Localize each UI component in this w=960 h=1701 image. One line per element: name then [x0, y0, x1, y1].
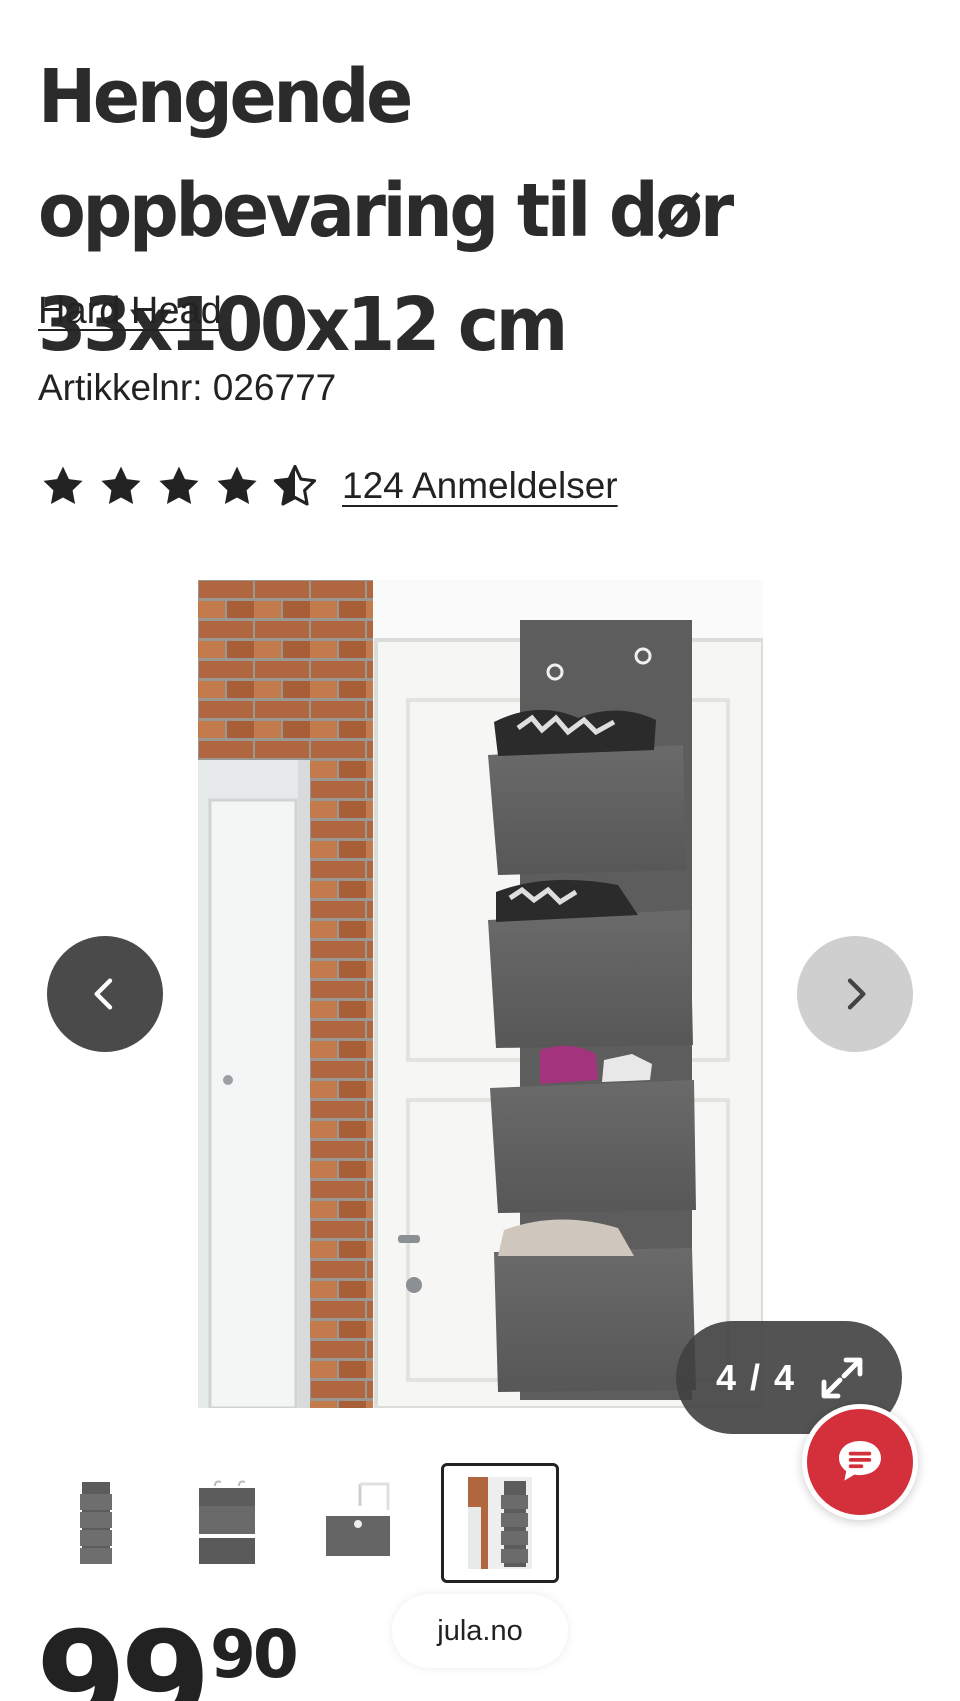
image-counter-text: 4 / 4 — [716, 1356, 797, 1398]
thumbnail-image — [468, 1477, 532, 1569]
thumbnail-image — [80, 1482, 112, 1564]
product-main-image[interactable] — [198, 580, 763, 1408]
price-decimals: 90 — [210, 1616, 299, 1693]
article-number: Artikkelnr: 026777 — [38, 367, 336, 409]
article-number-value: 026777 — [212, 367, 337, 408]
thumbnail-3[interactable] — [299, 1463, 417, 1583]
expand-icon[interactable] — [818, 1354, 866, 1402]
chat-icon — [839, 1441, 881, 1481]
site-url-pill[interactable]: jula.no — [392, 1594, 568, 1668]
article-number-label: Artikkelnr: — [38, 367, 203, 408]
thumbnail-2[interactable] — [168, 1463, 286, 1583]
star-icon — [217, 466, 257, 505]
image-gallery: 4 / 4 — [0, 578, 960, 1434]
rating: 124 Anmeldelser — [40, 458, 618, 514]
half-star-icon — [273, 464, 317, 506]
site-url-label: jula.no — [437, 1614, 523, 1647]
product-photo — [198, 580, 763, 1408]
thumbnail-image — [199, 1480, 255, 1564]
chevron-left-icon — [94, 978, 113, 1010]
thumbnail-strip — [0, 1463, 600, 1587]
brand-link[interactable]: Hard Head — [38, 290, 222, 333]
thumbnail-image — [326, 1482, 390, 1556]
chevron-right-icon — [847, 978, 866, 1010]
reviews-link[interactable]: 124 Anmeldelser — [342, 465, 618, 507]
thumbnail-1[interactable] — [37, 1463, 155, 1583]
next-image-button[interactable] — [797, 936, 913, 1052]
product-price: 99 90 — [36, 1614, 299, 1701]
previous-image-button[interactable] — [47, 936, 163, 1052]
star-icon — [43, 466, 83, 505]
rating-stars — [40, 463, 318, 509]
thumbnail-4[interactable] — [441, 1463, 559, 1583]
price-whole: 99 — [36, 1603, 211, 1701]
chat-button[interactable] — [802, 1404, 918, 1520]
star-icon — [101, 466, 141, 505]
star-icon — [159, 466, 199, 505]
